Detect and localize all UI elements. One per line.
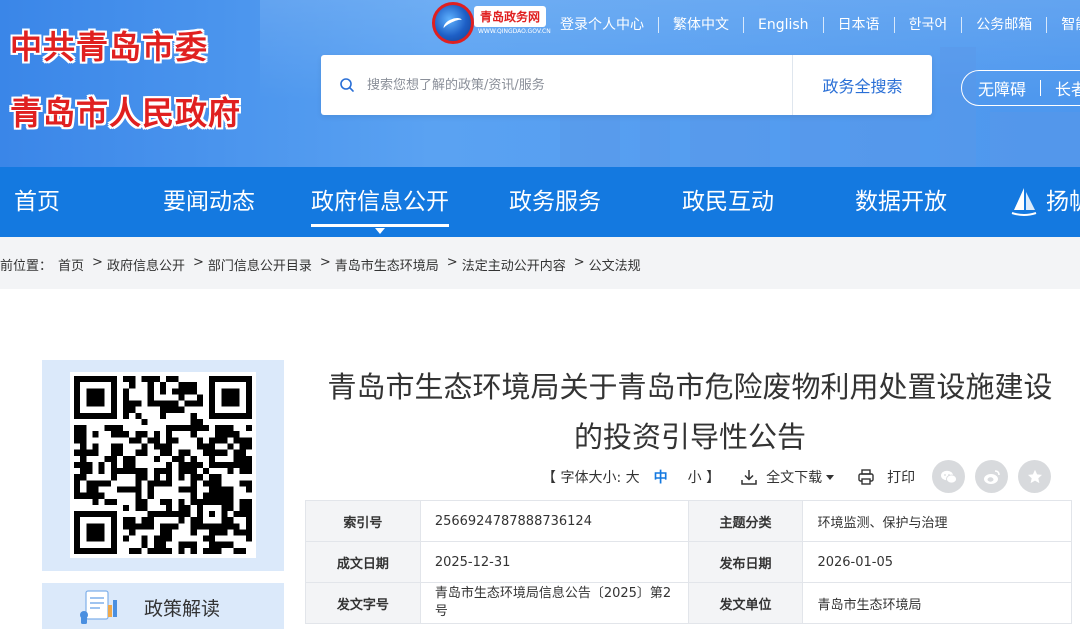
meta-key-issuer: 发文单位 (687, 582, 804, 624)
org-logo-line1[interactable]: 中共青岛市委 (10, 22, 208, 68)
print-button[interactable]: 打印 (857, 467, 915, 487)
breadcrumb-separator: > (573, 255, 585, 270)
download-icon (741, 470, 757, 485)
breadcrumb-dept-catalog[interactable]: 部门信息公开目录 (208, 255, 312, 274)
article-toolbar: 【 字体大小: 大 中 小 】 全文下载 打印 (542, 467, 915, 487)
link-smart[interactable]: 智能 (1047, 17, 1080, 33)
link-english[interactable]: English (744, 17, 824, 33)
breadcrumb-separator: > (92, 255, 103, 270)
policy-interpretation-label: 政策解读 (144, 598, 221, 620)
document-metadata-table: 索引号 2566924787888736124 主题分类 环境监测、保护与治理 … (305, 500, 1072, 624)
meta-key-index: 索引号 (305, 500, 421, 542)
article-title-line2: 的投资引导性公告 (573, 420, 806, 454)
breadcrumb-gov-info[interactable]: 政府信息公开 (107, 255, 185, 274)
print-label: 打印 (887, 470, 916, 486)
star-icon (1027, 469, 1042, 483)
meta-value-index: 2566924787888736124 (419, 500, 689, 542)
meta-value-publish-date: 2026-01-05 (802, 541, 1072, 583)
breadcrumb: 前位置： 首页 > 政府信息公开 > 部门信息公开目录 > 青岛市生态环境局 >… (0, 255, 641, 274)
table-row: 发文字号 青岛市生态环境局信息公告〔2025〕第2号 发文单位 青岛市生态环境局 (305, 582, 1072, 624)
link-japanese[interactable]: 日本语 (824, 17, 895, 33)
font-size-large[interactable]: 【 字体大小: 大 (542, 467, 640, 487)
breadcrumb-documents[interactable]: 公文法规 (589, 255, 641, 274)
meta-key-doc-number: 发文字号 (305, 582, 421, 624)
nav-home[interactable]: 首页 (14, 167, 60, 237)
breadcrumb-env-bureau[interactable]: 青岛市生态环境局 (335, 255, 439, 274)
nav-gov-services[interactable]: 政务服务 (509, 167, 601, 237)
breadcrumb-prefix: 前位置： (0, 259, 53, 274)
site-header: 中共青岛市委 青岛市人民政府 青岛政务网 WWW.QINGDAO.GOV.CN … (0, 0, 1080, 167)
elderly-mode-button[interactable]: 长者 (1055, 76, 1080, 100)
wechat-icon (940, 470, 957, 483)
meta-value-topic: 环境监测、保护与治理 (802, 500, 1072, 542)
search-box: 政务全搜索 (321, 55, 932, 115)
nav-news[interactable]: 要闻动态 (163, 167, 255, 237)
link-login[interactable]: 登录个人中心 (546, 17, 659, 33)
meta-key-topic: 主题分类 (687, 500, 804, 542)
main-nav: 首页 要闻动态 政府信息公开 政务服务 政民互动 数据开放 扬帆 (0, 167, 1080, 237)
policy-interpretation-card[interactable]: 政策解读 (42, 583, 284, 629)
qr-code-panel (42, 360, 284, 571)
building-shape (940, 47, 976, 167)
accessibility-button[interactable]: 无障碍 (978, 76, 1026, 100)
breadcrumb-separator: > (319, 255, 331, 270)
article-title: 青岛市生态环境局关于青岛市危险废物利用处置设施建设 的投资引导性公告 (300, 365, 1080, 459)
table-row: 成文日期 2025-12-31 发布日期 2026-01-05 (305, 541, 1072, 583)
building-shape (690, 117, 770, 167)
portal-logo[interactable]: 青岛政务网 WWW.QINGDAO.GOV.CN (432, 2, 551, 44)
breadcrumb-separator: > (192, 255, 204, 270)
link-official-mail[interactable]: 公务邮箱 (962, 17, 1048, 33)
breadcrumb-statutory-content[interactable]: 法定主动公开内容 (462, 255, 566, 274)
meta-value-issuer: 青岛市生态环境局 (802, 582, 1072, 624)
accessibility-toggle: 无障碍 长者 (961, 70, 1080, 106)
qr-code-image (74, 376, 252, 554)
download-label: 全文下载 (766, 470, 823, 486)
breadcrumb-separator: > (446, 255, 458, 270)
breadcrumb-bar: 前位置： 首页 > 政府信息公开 > 部门信息公开目录 > 青岛市生态环境局 >… (0, 237, 1080, 289)
caret-down-icon (826, 475, 835, 480)
policy-document-icon (80, 590, 117, 624)
nav-gov-info[interactable]: 政府信息公开 (311, 167, 449, 237)
qr-code[interactable] (70, 372, 256, 558)
article-title-line1: 青岛市生态环境局关于青岛市危险废物利用处置设施建设 (327, 370, 1053, 404)
link-traditional-chinese[interactable]: 繁体中文 (659, 17, 744, 33)
divider (1040, 80, 1042, 96)
breadcrumb-home[interactable]: 首页 (58, 255, 84, 274)
nav-open-data[interactable]: 数据开放 (855, 167, 947, 237)
meta-key-publish-date: 发布日期 (687, 541, 804, 583)
building-shape (560, 107, 620, 167)
printer-icon (858, 469, 874, 485)
link-korean[interactable]: 한국어 (895, 17, 963, 33)
table-row: 索引号 2566924787888736124 主题分类 环境监测、保护与治理 (305, 500, 1072, 542)
top-links: 登录个人中心 繁体中文 English 日本语 한국어 公务邮箱 智能 (546, 15, 1080, 35)
nav-interaction[interactable]: 政民互动 (682, 167, 774, 237)
nav-yangfan[interactable]: 扬帆 (1046, 167, 1080, 237)
weibo-icon (983, 469, 1000, 484)
meta-value-written-date: 2025-12-31 (419, 541, 689, 583)
search-button[interactable]: 政务全搜索 (792, 55, 932, 115)
globe-icon (432, 2, 474, 44)
meta-key-written-date: 成文日期 (305, 541, 421, 583)
download-button[interactable]: 全文下载 (740, 467, 835, 487)
sail-icon (1011, 188, 1037, 216)
org-logo-line2[interactable]: 青岛市人民政府 (10, 88, 241, 134)
building-shape (990, 112, 1080, 167)
share-wechat-button[interactable] (932, 460, 965, 493)
font-size-medium[interactable]: 中 (654, 467, 668, 487)
portal-name: 青岛政务网 (474, 6, 547, 27)
meta-value-doc-number: 青岛市生态环境局信息公告〔2025〕第2号 (419, 582, 689, 624)
share-favorite-button[interactable] (1018, 460, 1051, 493)
font-size-small[interactable]: 小 】 (688, 467, 720, 487)
portal-url: WWW.QINGDAO.GOV.CN (478, 28, 551, 35)
search-input[interactable] (367, 69, 777, 101)
share-weibo-button[interactable] (975, 460, 1008, 493)
search-icon (340, 78, 354, 92)
